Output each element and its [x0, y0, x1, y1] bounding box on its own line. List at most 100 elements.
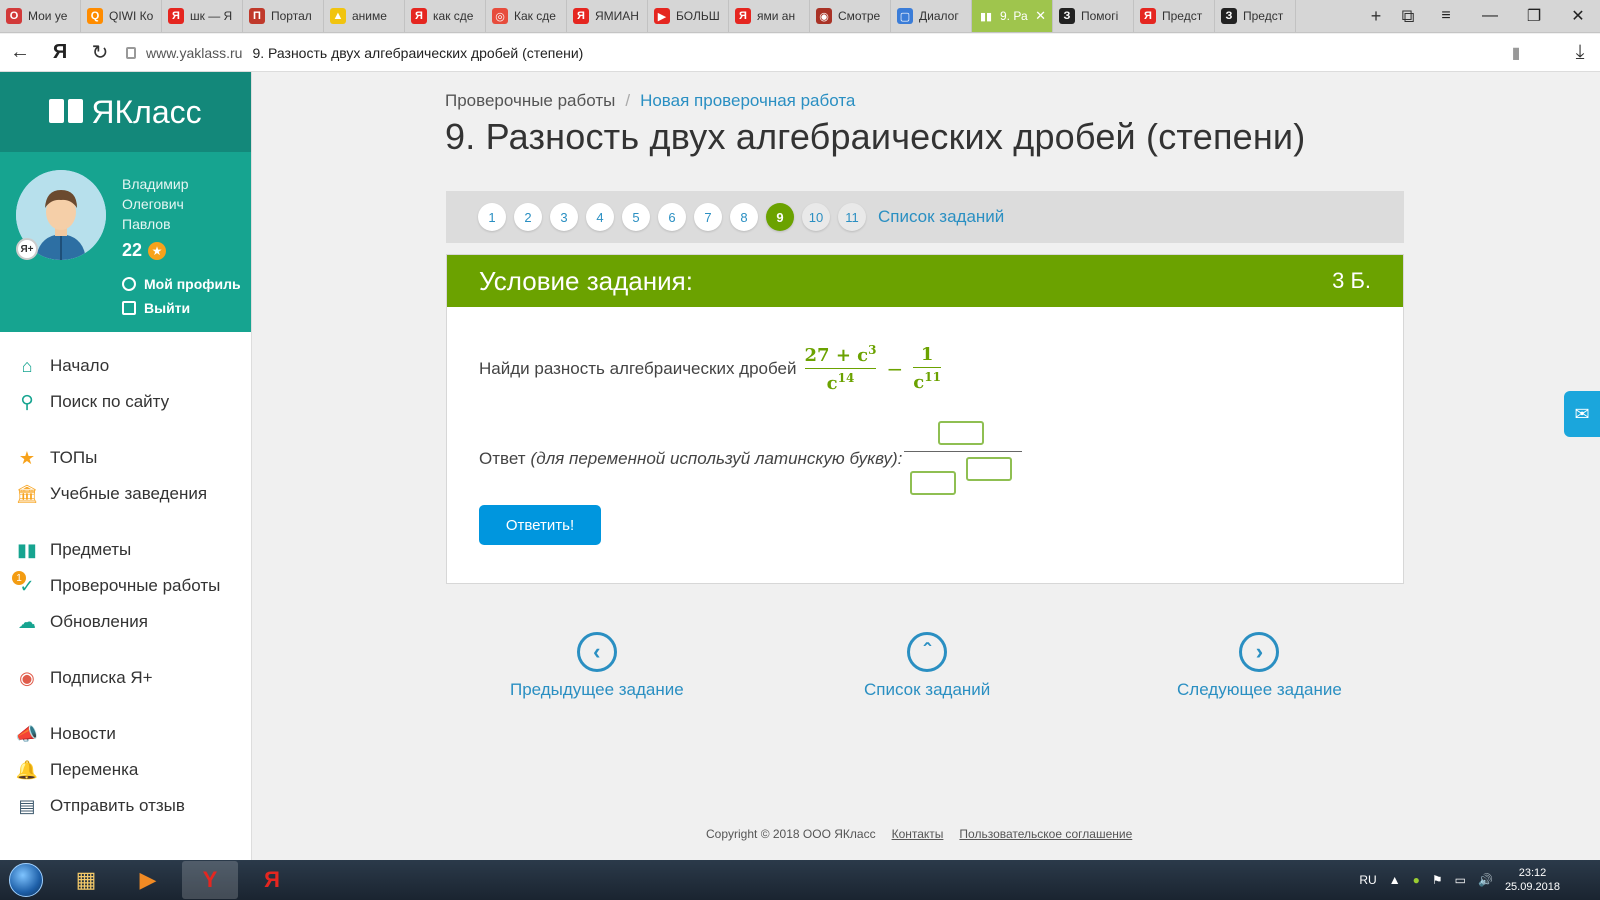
browser-tab[interactable]: Я ЯМИАН: [567, 0, 648, 32]
sidebar-item-label: Учебные заведения: [50, 484, 208, 503]
fraction-1-numerator: 27 + c3: [805, 343, 877, 366]
tabbar-spacer: [1296, 0, 1360, 32]
answer-base-input[interactable]: [910, 471, 957, 495]
close-tab-icon[interactable]: ✕: [1035, 8, 1046, 24]
yandex-icon: Я: [168, 8, 184, 24]
logout-link[interactable]: Выйти: [122, 300, 190, 316]
answer-exponent-input[interactable]: [966, 457, 1013, 481]
browser-tab[interactable]: Q QIWI Ко: [81, 0, 162, 32]
yandex-icon: Я: [735, 8, 751, 24]
browser-tab[interactable]: З Предст: [1215, 0, 1296, 32]
feedback-mail-icon[interactable]: ✉: [1564, 391, 1600, 437]
browser-tab[interactable]: ◎ Как сде: [486, 0, 567, 32]
contacts-link[interactable]: Контакты: [892, 827, 944, 841]
profile-icon: [122, 277, 136, 291]
task-number-11[interactable]: 11: [838, 203, 866, 231]
browser-tab[interactable]: ▶ БОЛЬШ: [648, 0, 729, 32]
task-number-10[interactable]: 10: [802, 203, 830, 231]
bookmark-icon[interactable]: ▮: [1496, 34, 1536, 72]
task-number-7[interactable]: 7: [694, 203, 722, 231]
browser-tab[interactable]: O Мои уе: [0, 0, 81, 32]
menu-gap: [0, 420, 251, 440]
sidebar-item-home[interactable]: ⌂ Начало: [0, 348, 251, 384]
browser-tab[interactable]: З Помогі: [1053, 0, 1134, 32]
media-player-taskbar-icon[interactable]: ▶: [120, 861, 176, 899]
browser-tab[interactable]: Яшк — Я: [162, 0, 243, 32]
language-indicator[interactable]: RU: [1359, 873, 1376, 887]
maximize-button[interactable]: ❐: [1512, 0, 1556, 32]
task-number-3[interactable]: 3: [550, 203, 578, 231]
reload-button[interactable]: ↻: [80, 34, 120, 72]
sidebar-item-break[interactable]: 🔔 Переменка: [0, 752, 251, 788]
yandex-home-icon[interactable]: Я: [40, 34, 80, 72]
my-profile-label: Мой профиль: [144, 276, 241, 292]
lock-icon: [126, 46, 136, 59]
sidebar-item-search[interactable]: ⚲ Поиск по сайту: [0, 384, 251, 420]
back-button[interactable]: ←: [0, 34, 40, 72]
tab-list-icon[interactable]: ⧉: [1392, 0, 1424, 32]
my-profile-link[interactable]: Мой профиль: [122, 276, 241, 292]
tray-expand-icon[interactable]: ▲: [1389, 873, 1401, 887]
menu-gap: [0, 512, 251, 532]
network-icon[interactable]: ▭: [1455, 873, 1466, 887]
browser-tab[interactable]: Якак сде: [405, 0, 486, 32]
next-task-link[interactable]: › Следующее задание: [1177, 632, 1342, 700]
breadcrumb-root[interactable]: Проверочные работы: [445, 91, 615, 111]
minimize-button[interactable]: —: [1468, 0, 1512, 32]
browser-tab[interactable]: ▢ Диалог: [891, 0, 972, 32]
browser-menu-icon[interactable]: ≡: [1424, 0, 1468, 32]
task-number-5[interactable]: 5: [622, 203, 650, 231]
user-name[interactable]: Владимир Олегович Павлов: [122, 174, 189, 234]
sidebar-item-news[interactable]: 📣 Новости: [0, 716, 251, 752]
browser-tab[interactable]: ◉ Смотре: [810, 0, 891, 32]
sidebar-item-label: Переменка: [50, 760, 139, 779]
site-logo[interactable]: ЯКласс: [0, 72, 251, 152]
flag-icon[interactable]: ⚑: [1432, 873, 1443, 887]
browser-tab-label: 9. Ра: [1000, 9, 1028, 23]
sidebar-item-subjects[interactable]: ▮▮ Предметы: [0, 532, 251, 568]
sidebar-item-feedback[interactable]: ▤ Отправить отзыв: [0, 788, 251, 824]
task-number-8[interactable]: 8: [730, 203, 758, 231]
browser-tab-label: Как сде: [514, 9, 556, 23]
search-icon: ⚲: [20, 391, 34, 412]
submit-answer-button[interactable]: Ответить!: [479, 505, 601, 545]
yandex-taskbar-icon[interactable]: Я: [244, 861, 300, 899]
breadcrumb-current[interactable]: Новая проверочная работа: [640, 91, 855, 111]
book-logo-icon: [49, 99, 84, 125]
browser-tab[interactable]: Яями ан: [729, 0, 810, 32]
browser-tab[interactable]: Я Предст: [1134, 0, 1215, 32]
task-list-bottom-link[interactable]: ˆ Список заданий: [864, 632, 990, 700]
browser-tab[interactable]: ▲ аниме: [324, 0, 405, 32]
explorer-taskbar-icon[interactable]: ▦: [58, 861, 114, 899]
task-number-4[interactable]: 4: [586, 203, 614, 231]
user-agreement-link[interactable]: Пользовательское соглашение: [959, 827, 1132, 841]
sidebar-item-tops[interactable]: ★ ТОПы: [0, 440, 251, 476]
sidebar-item-schools[interactable]: 🏛 Учебные заведения: [0, 476, 251, 512]
new-tab-button[interactable]: +: [1360, 0, 1392, 32]
task-number-9[interactable]: 9: [766, 203, 794, 231]
answer-hint: (для переменной используй латинскую букв…: [530, 449, 903, 468]
sidebar-item-subscription[interactable]: ◉ Подписка Я+: [0, 660, 251, 696]
browser-tab[interactable]: П Портал: [243, 0, 324, 32]
yandex-browser-taskbar-icon[interactable]: Y: [182, 861, 238, 899]
close-window-button[interactable]: ✕: [1556, 0, 1600, 32]
previous-task-link[interactable]: ‹ Предыдущее задание: [510, 632, 684, 700]
browser-tab-label: QIWI Ко: [109, 9, 154, 23]
url-field[interactable]: www.yaklass.ru 9. Разность двух алгебраи…: [120, 45, 1496, 61]
tray-app-icon[interactable]: ●: [1413, 873, 1420, 887]
task-number-1[interactable]: 1: [478, 203, 506, 231]
task-number-2[interactable]: 2: [514, 203, 542, 231]
browser-tab-label: Смотре: [838, 9, 881, 23]
copyright-text: Copyright © 2018 ООО ЯКласс: [706, 827, 876, 841]
task-list-link[interactable]: Список заданий: [878, 207, 1004, 227]
sidebar-item-updates[interactable]: ☁ Обновления: [0, 604, 251, 640]
system-clock[interactable]: 23:12 25.09.2018: [1505, 866, 1560, 894]
volume-icon[interactable]: 🔊: [1478, 873, 1493, 887]
start-button[interactable]: [0, 860, 52, 900]
task-number-6[interactable]: 6: [658, 203, 686, 231]
sidebar-item-tests[interactable]: 1 ✓ Проверочные работы: [0, 568, 251, 604]
answer-numerator-input[interactable]: [938, 421, 985, 445]
browser-tab[interactable]: ▮▮ 9. Ра ✕: [972, 0, 1053, 32]
download-icon[interactable]: ⤓: [1560, 34, 1600, 72]
sidebar-item-label: ТОПы: [50, 448, 98, 467]
